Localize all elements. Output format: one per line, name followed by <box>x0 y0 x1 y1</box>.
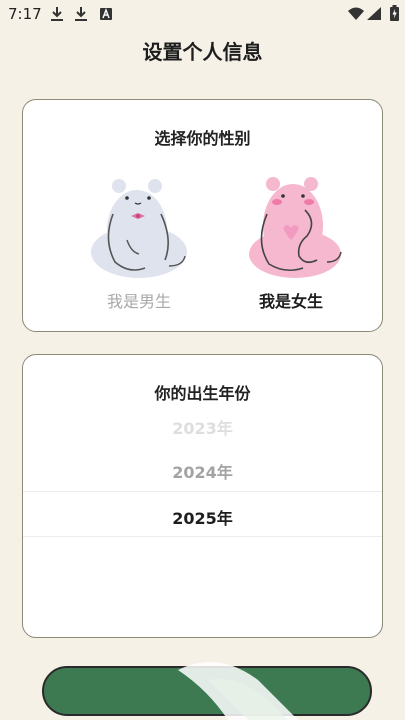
gender-card: 选择你的性别 我是男生 我是女生 <box>22 99 383 332</box>
picker-divider-top <box>23 491 382 492</box>
a-icon <box>100 8 112 20</box>
battery-icon <box>390 5 399 21</box>
gender-option-female[interactable]: 我是女生 <box>221 170 361 315</box>
watermark-logo <box>178 662 298 720</box>
gender-female-label: 我是女生 <box>258 292 323 311</box>
year-option[interactable]: 2023年 <box>23 415 382 439</box>
status-bar: 7:17 <box>0 0 405 28</box>
signal-icon <box>367 7 381 20</box>
birth-year-card: 你的出生年份 2023年 2024年 2025年 <box>22 354 383 638</box>
gender-section-title: 选择你的性别 <box>154 129 251 148</box>
year-option-selected[interactable]: 2025年 <box>23 505 382 529</box>
status-time: 7:17 <box>8 5 42 23</box>
download-icon <box>75 7 87 21</box>
gender-male-label: 我是男生 <box>106 292 171 311</box>
female-bear-icon <box>249 177 342 278</box>
gender-option-male[interactable]: 我是男生 <box>69 170 209 315</box>
wifi-icon <box>348 7 364 20</box>
page-title: 设置个人信息 <box>142 40 263 64</box>
picker-divider-bottom <box>23 536 382 537</box>
download-icon <box>51 7 63 21</box>
male-bear-icon <box>91 179 187 278</box>
year-section-title: 你的出生年份 <box>154 384 251 403</box>
year-option[interactable]: 2024年 <box>23 459 382 483</box>
